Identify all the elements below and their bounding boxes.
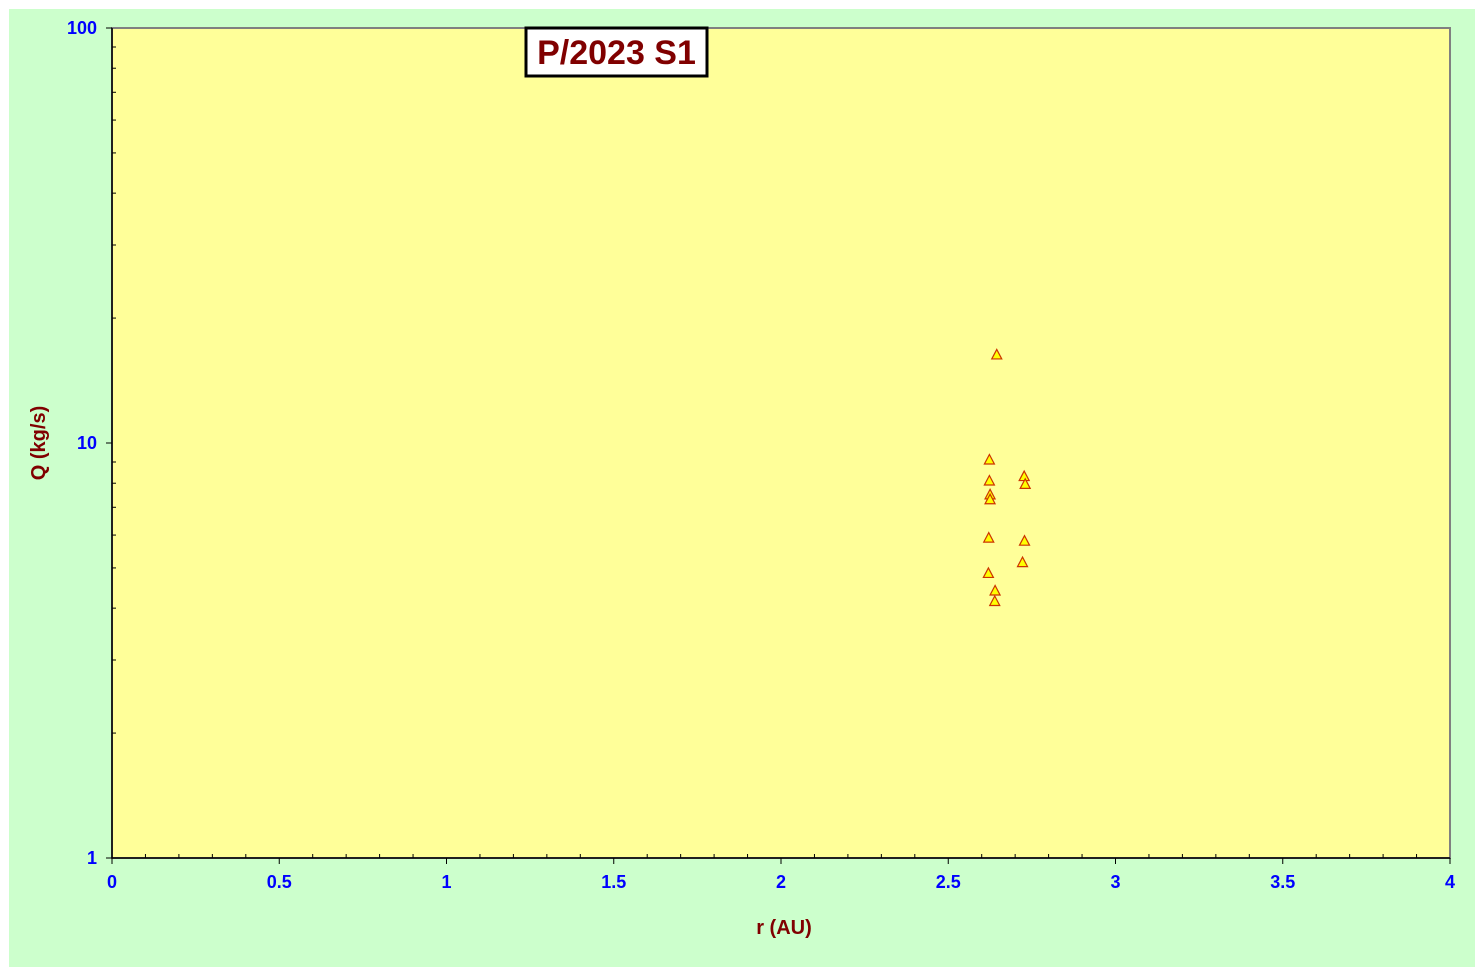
chart-figure: 0 0.5 1 1.5 2 2.5 3 3.5 4 1 10 100 r (AU) Q (kg/s)… xyxy=(0,0,1480,973)
chart-title: P/2023 S1 xyxy=(537,34,696,72)
x-tick-label: 4 xyxy=(1445,872,1455,892)
x-tick-label: 0.5 xyxy=(267,872,292,892)
x-tick-label: 2.5 xyxy=(936,872,961,892)
y-tick-label: 10 xyxy=(77,433,97,453)
x-tick-label: 3.5 xyxy=(1270,872,1295,892)
x-tick-label: 3 xyxy=(1110,872,1120,892)
x-tick-label: 2 xyxy=(776,872,786,892)
y-axis-label: Q (kg/s) xyxy=(28,406,50,480)
y-tick-label: 100 xyxy=(67,18,97,38)
y-tick-label: 1 xyxy=(87,848,97,868)
scatter-chart: 0 0.5 1 1.5 2 2.5 3 3.5 4 1 10 100 r (AU) Q (kg/s)… xyxy=(9,9,1475,967)
x-tick-label: 0 xyxy=(107,872,117,892)
chart-title-box: P/2023 S1 xyxy=(524,26,709,78)
x-tick-label: 1 xyxy=(441,872,451,892)
x-axis-label: r (AU) xyxy=(756,917,812,939)
plot-area xyxy=(111,27,1451,859)
x-tick-label: 1.5 xyxy=(601,872,626,892)
